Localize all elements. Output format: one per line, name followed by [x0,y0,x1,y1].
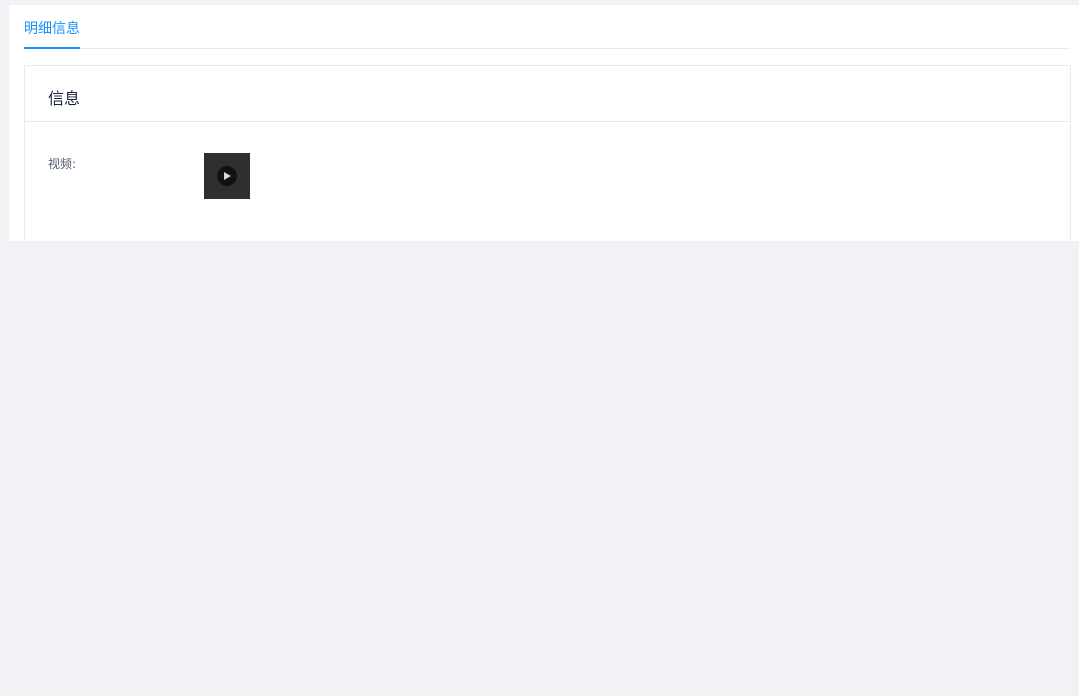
tab-bar: 明细信息 [24,5,1070,49]
detail-panel: 明细信息 信息 视频: [9,5,1079,241]
tab-detail-info[interactable]: 明细信息 [24,5,80,49]
card-body: 视频: [25,122,1070,241]
play-triangle [224,172,231,180]
video-thumbnail[interactable] [204,153,250,199]
card-title: 信息 [25,66,1070,122]
play-icon[interactable] [217,166,237,186]
info-card: 信息 视频: [24,65,1071,241]
video-field-label: 视频: [48,157,77,171]
